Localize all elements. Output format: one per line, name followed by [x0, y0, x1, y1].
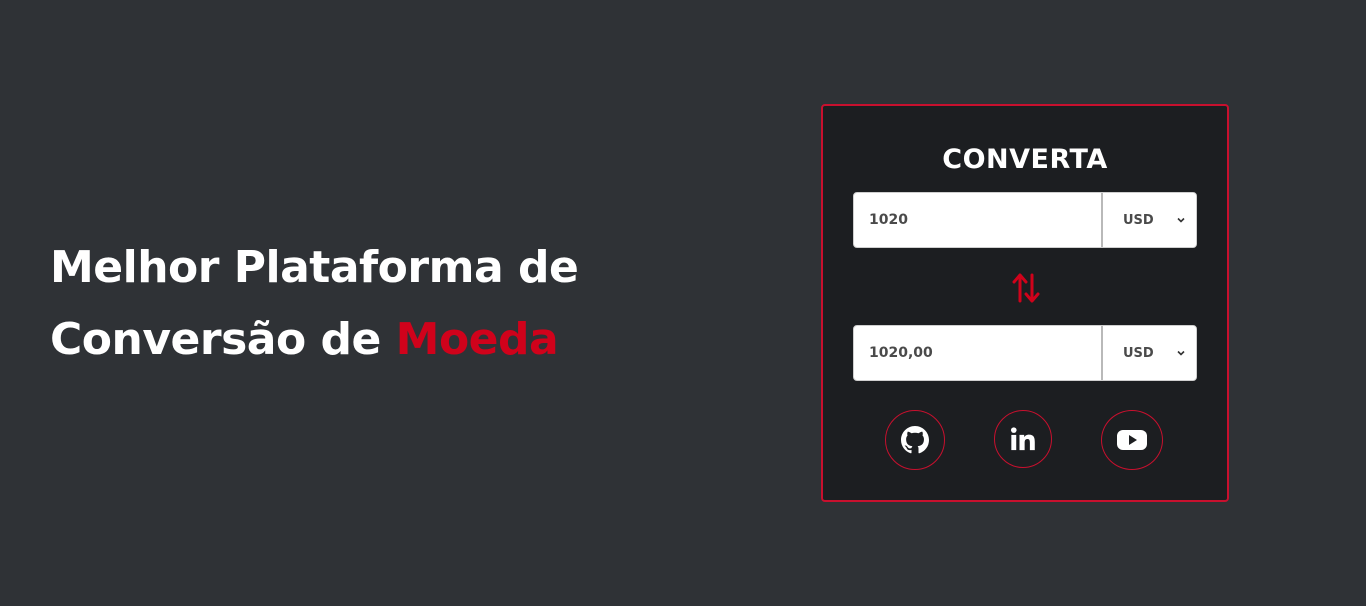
- from-amount-group: USD: [853, 192, 1197, 248]
- linkedin-icon: [1010, 427, 1035, 451]
- youtube-link[interactable]: [1101, 410, 1163, 470]
- from-currency-select[interactable]: USD: [1101, 193, 1196, 247]
- chevron-down-icon: [1177, 350, 1185, 356]
- from-amount-input[interactable]: [854, 193, 1101, 247]
- from-currency-value: USD: [1123, 212, 1154, 228]
- to-currency-select[interactable]: USD: [1101, 326, 1196, 380]
- converter-card: CONVERTA USD USD: [821, 104, 1229, 502]
- hero-line-2: Conversão de Moeda: [50, 304, 650, 376]
- chevron-down-icon: [1177, 217, 1185, 223]
- converter-title: CONVERTA: [942, 144, 1108, 175]
- to-currency-value: USD: [1123, 345, 1154, 361]
- linkedin-link[interactable]: [994, 410, 1052, 468]
- hero-heading: Melhor Plataforma de Conversão de Moeda: [50, 232, 650, 376]
- hero-accent-word: Moeda: [395, 314, 559, 365]
- github-link[interactable]: [885, 410, 945, 470]
- to-amount-group: USD: [853, 325, 1197, 381]
- hero-line-2-prefix: Conversão de: [50, 314, 396, 365]
- hero-line-1: Melhor Plataforma de: [50, 242, 579, 293]
- github-icon: [901, 426, 929, 454]
- swap-arrows-icon[interactable]: [1011, 270, 1041, 306]
- youtube-icon: [1117, 430, 1147, 450]
- to-amount-input[interactable]: [854, 326, 1101, 380]
